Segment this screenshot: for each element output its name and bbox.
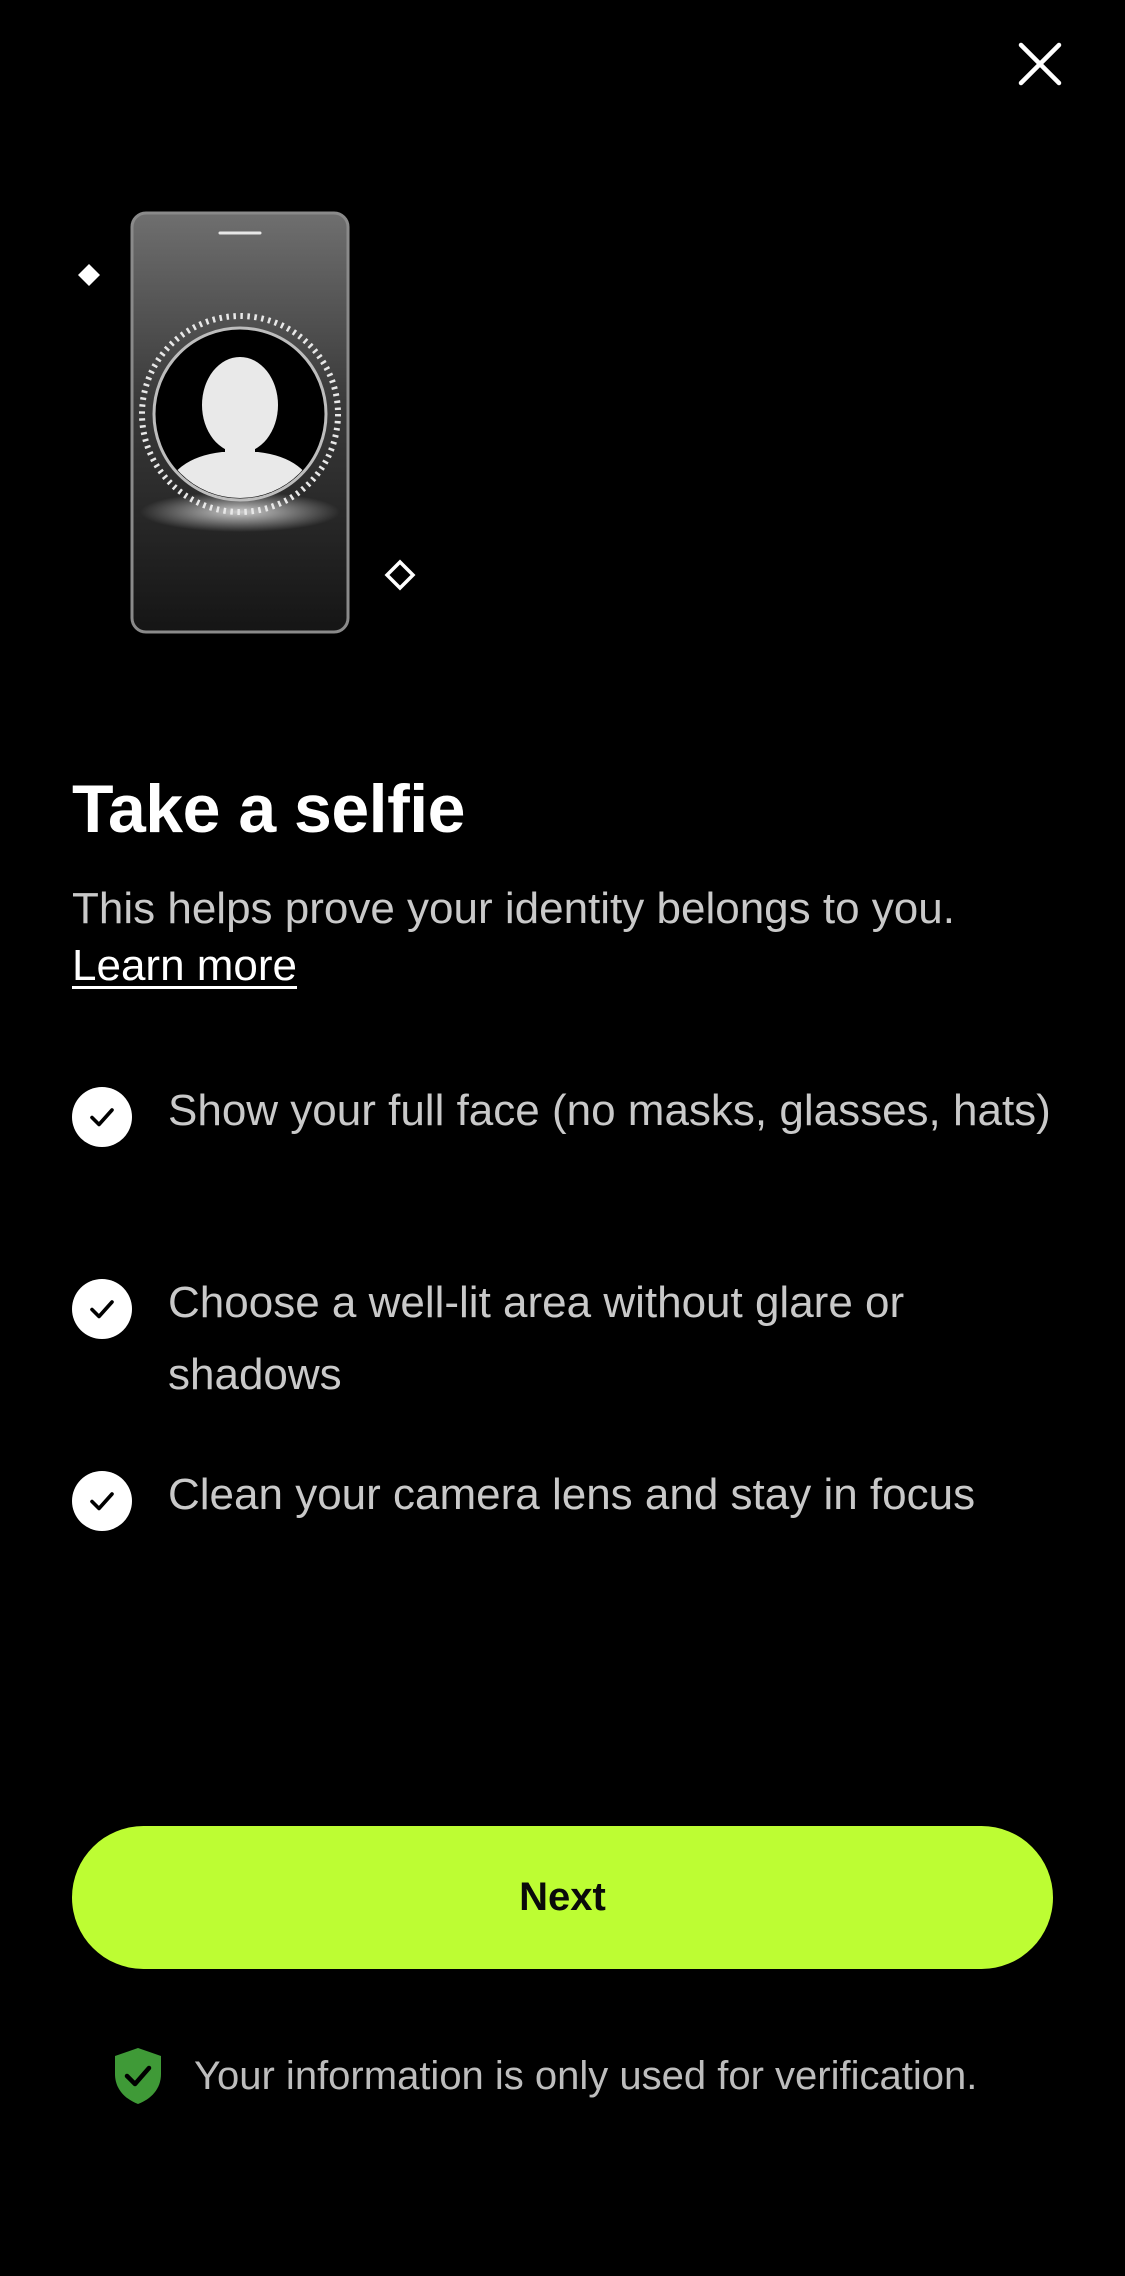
tip-text: Clean your camera lens and stay in focus (168, 1470, 976, 1519)
next-button[interactable]: Next (72, 1826, 1053, 1969)
check-circle-icon (72, 1471, 132, 1531)
page-subtitle: This helps prove your identity belongs t… (72, 880, 1072, 994)
check-circle-icon (72, 1087, 132, 1147)
shield-check-icon (115, 2048, 161, 2104)
page-title: Take a selfie (72, 771, 465, 847)
check-circle-icon (72, 1279, 132, 1339)
selfie-illustration (60, 200, 440, 650)
list-item: Clean your camera lens and stay in focus (72, 1459, 1072, 1531)
tip-text: Choose a well-lit area without glare or … (168, 1278, 905, 1399)
tip-text: Show your full face (no masks, glasses, … (168, 1086, 1051, 1135)
privacy-note-text: Your information is only used for verifi… (194, 2053, 978, 2098)
close-icon (1018, 42, 1062, 86)
close-button[interactable] (1004, 28, 1076, 100)
privacy-note: Your information is only used for verifi… (112, 2046, 977, 2106)
list-item: Choose a well-lit area without glare or … (72, 1267, 1072, 1411)
list-item: Show your full face (no masks, glasses, … (72, 1075, 1072, 1147)
learn-more-link[interactable]: Learn more (72, 941, 297, 990)
subtitle-text: This helps prove your identity belongs t… (72, 884, 955, 933)
phone-selfie-illustration (130, 211, 350, 634)
diamond-sparkle-icon (384, 559, 416, 591)
diamond-sparkle-icon (78, 264, 100, 286)
